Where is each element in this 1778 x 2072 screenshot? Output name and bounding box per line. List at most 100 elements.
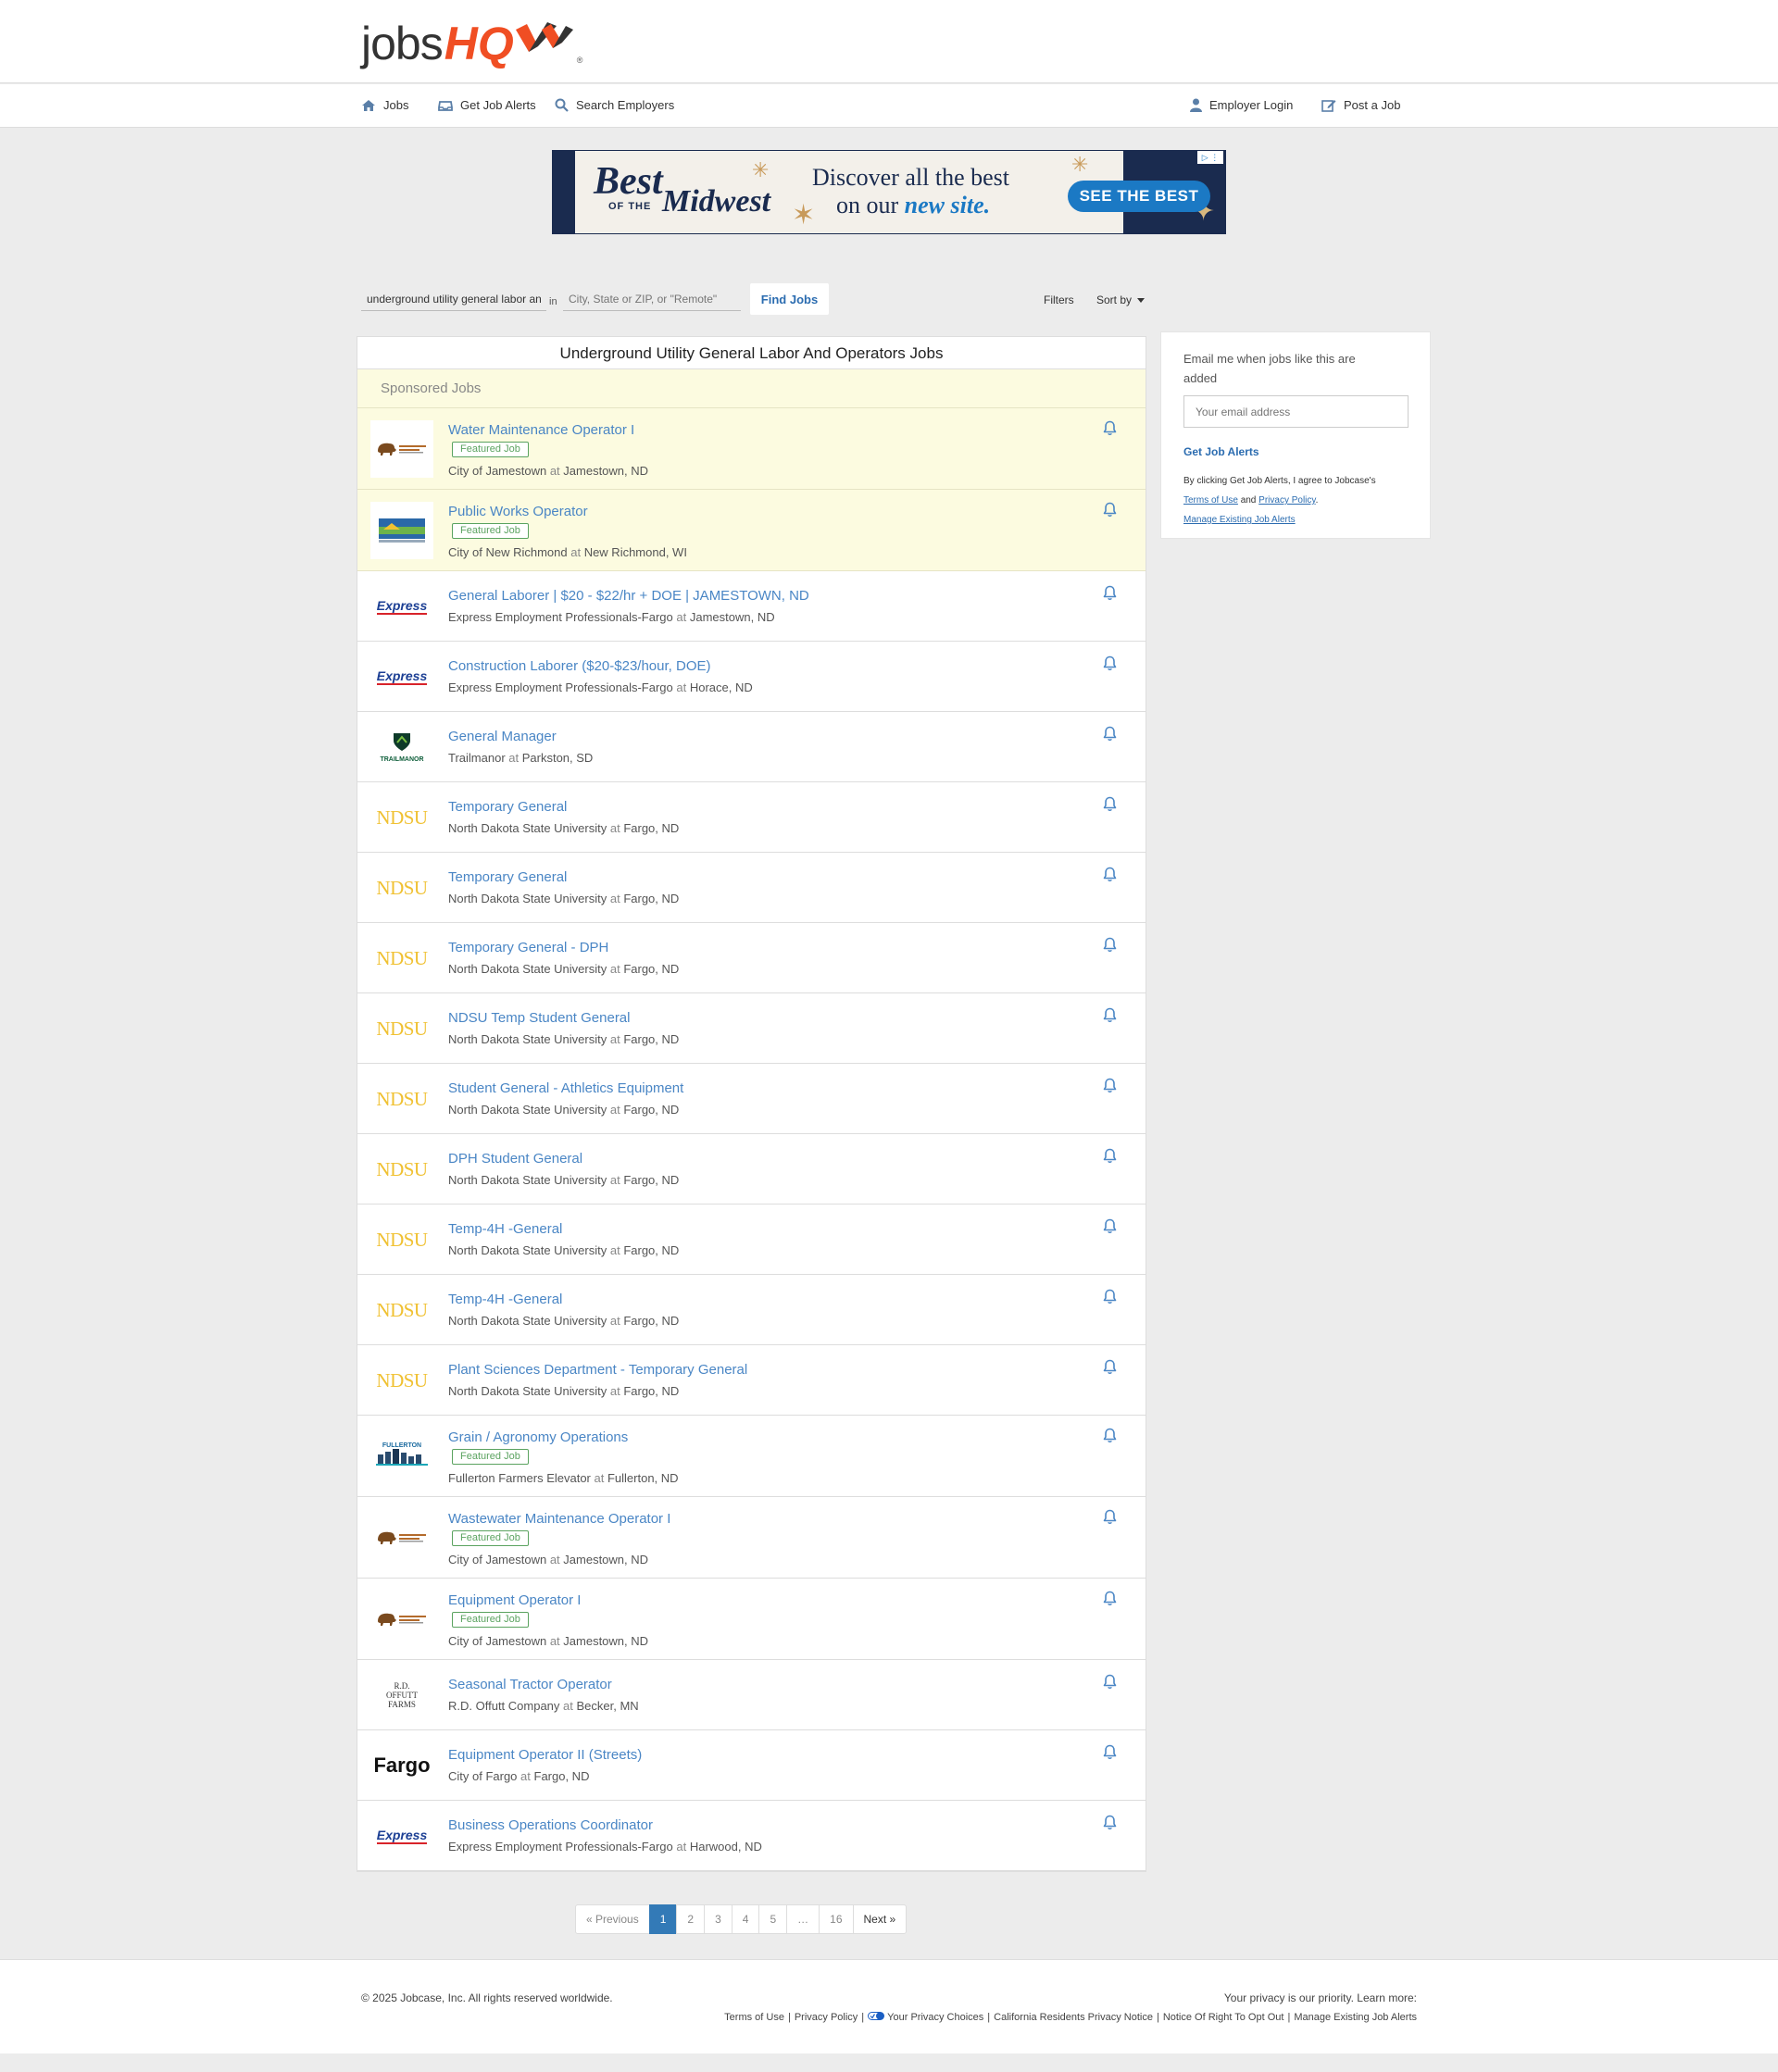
job-row[interactable]: Fargo Equipment Operator II (Streets) City… xyxy=(357,1730,1146,1801)
job-title-link[interactable]: Temporary General xyxy=(448,799,567,815)
ad-banner[interactable]: Best OF THE Midwest ✳ ✶ ✳ ✦ Discover all… xyxy=(552,150,1226,234)
job-title-link[interactable]: General Manager xyxy=(448,729,557,744)
company-logo[interactable]: NDSU xyxy=(370,1070,433,1128)
job-title-link[interactable]: Plant Sciences Department - Temporary Ge… xyxy=(448,1362,747,1378)
footer-link[interactable]: Terms of Use xyxy=(724,2012,784,2023)
privacy-policy-link[interactable]: Privacy Policy xyxy=(1258,495,1316,506)
nav-get-job-alerts[interactable]: Get Job Alerts xyxy=(438,98,536,112)
company-logo[interactable]: Express xyxy=(370,578,433,635)
job-alert-bell-button[interactable] xyxy=(1103,1359,1117,1379)
company-logo[interactable]: TRAILMANOR xyxy=(370,718,433,776)
job-alert-bell-button[interactable] xyxy=(1103,1078,1117,1098)
job-row[interactable]: NDSU Temporary General North Dakota State … xyxy=(357,853,1146,923)
job-title-link[interactable]: Equipment Operator I xyxy=(448,1592,581,1608)
job-alert-bell-button[interactable] xyxy=(1103,420,1117,441)
footer-link[interactable]: Notice Of Right To Opt Out xyxy=(1163,2012,1284,2023)
job-alert-bell-button[interactable] xyxy=(1103,1591,1117,1611)
job-alert-bell-button[interactable] xyxy=(1103,937,1117,957)
job-row[interactable]: NDSU Temp-4H -General North Dakota State U… xyxy=(357,1205,1146,1275)
job-title-link[interactable]: Temporary General - DPH xyxy=(448,940,608,955)
pagination-page[interactable]: 2 xyxy=(676,1904,706,1934)
footer-link[interactable]: Privacy Policy xyxy=(795,2012,858,2023)
company-logo[interactable]: FULLERTON xyxy=(370,1428,433,1485)
ad-cta-button[interactable]: SEE THE BEST xyxy=(1068,181,1210,212)
job-row[interactable]: NDSU Temp-4H -General North Dakota State U… xyxy=(357,1275,1146,1345)
job-alert-bell-button[interactable] xyxy=(1103,1509,1117,1529)
company-logo[interactable]: NDSU xyxy=(370,1352,433,1409)
job-title-link[interactable]: NDSU Temp Student General xyxy=(448,1010,631,1026)
location-input[interactable] xyxy=(563,287,741,311)
manage-job-alerts-link[interactable]: Manage Existing Job Alerts xyxy=(1183,515,1296,525)
pagination-previous[interactable]: « Previous xyxy=(575,1904,650,1934)
pagination-page[interactable]: 3 xyxy=(704,1904,732,1934)
job-title-link[interactable]: Student General - Athletics Equipment xyxy=(448,1080,683,1096)
job-alert-bell-button[interactable] xyxy=(1103,867,1117,887)
company-logo[interactable]: NDSU xyxy=(370,1211,433,1268)
job-alert-bell-button[interactable] xyxy=(1103,796,1117,817)
job-title-link[interactable]: Temp-4H -General xyxy=(448,1292,562,1307)
company-logo[interactable]: Fargo xyxy=(370,1737,433,1794)
job-row[interactable]: NDSU Temporary General - DPH North Dakota … xyxy=(357,923,1146,993)
company-logo[interactable] xyxy=(370,420,433,478)
filters-button[interactable]: Filters xyxy=(1044,293,1074,306)
job-row[interactable]: NDSU NDSU Temp Student General North Dakot… xyxy=(357,993,1146,1064)
job-title-link[interactable]: Water Maintenance Operator I xyxy=(448,422,634,438)
job-alert-bell-button[interactable] xyxy=(1103,1815,1117,1835)
job-alert-bell-button[interactable] xyxy=(1103,1007,1117,1028)
nav-post-a-job[interactable]: Post a Job xyxy=(1321,98,1400,112)
job-title-link[interactable]: Temp-4H -General xyxy=(448,1221,562,1237)
job-row[interactable]: NDSU Student General - Athletics Equipmen… xyxy=(357,1064,1146,1134)
company-logo[interactable]: Express xyxy=(370,1807,433,1865)
job-title-link[interactable]: Grain / Agronomy Operations xyxy=(448,1429,628,1445)
job-title-link[interactable]: Seasonal Tractor Operator xyxy=(448,1677,612,1692)
footer-link[interactable]: California Residents Privacy Notice xyxy=(994,2012,1153,2023)
company-logo[interactable]: NDSU xyxy=(370,1000,433,1057)
job-alert-bell-button[interactable] xyxy=(1103,1744,1117,1765)
job-alert-bell-button[interactable] xyxy=(1103,726,1117,746)
company-logo[interactable] xyxy=(370,502,433,559)
pagination-page[interactable]: 5 xyxy=(758,1904,788,1934)
alert-email-input[interactable] xyxy=(1183,395,1409,428)
job-row[interactable]: Wastewater Maintenance Operator I Feature… xyxy=(357,1497,1146,1579)
job-alert-bell-button[interactable] xyxy=(1103,655,1117,676)
job-row[interactable]: Express General Laborer | $20 - $22/hr + … xyxy=(357,571,1146,642)
job-row[interactable]: Public Works Operator Featured Job City of… xyxy=(357,490,1146,571)
pagination-next[interactable]: Next » xyxy=(852,1904,908,1934)
jobshq-logo[interactable]: jobs HQ ® xyxy=(361,17,582,67)
keyword-input[interactable] xyxy=(361,287,546,311)
company-logo[interactable]: Express xyxy=(370,648,433,705)
sort-by-dropdown[interactable]: Sort by xyxy=(1096,293,1146,306)
footer-link[interactable]: Your Privacy Choices xyxy=(887,2012,983,2023)
pagination-page[interactable]: 1 xyxy=(648,1904,678,1934)
job-row[interactable]: R.D. OFFUTT FARMS Seasonal Tractor Operat… xyxy=(357,1660,1146,1730)
job-title-link[interactable]: General Laborer | $20 - $22/hr + DOE | J… xyxy=(448,588,809,604)
job-row[interactable]: NDSU DPH Student General North Dakota Stat… xyxy=(357,1134,1146,1205)
company-logo[interactable] xyxy=(370,1591,433,1648)
company-logo[interactable]: NDSU xyxy=(370,1141,433,1198)
job-row[interactable]: Express Business Operations Coordinator Ex… xyxy=(357,1801,1146,1871)
company-logo[interactable]: NDSU xyxy=(370,930,433,987)
pagination-page[interactable]: 16 xyxy=(819,1904,854,1934)
terms-of-use-link[interactable]: Terms of Use xyxy=(1183,495,1238,506)
company-logo[interactable]: R.D. OFFUTT FARMS xyxy=(370,1666,433,1724)
job-title-link[interactable]: Wastewater Maintenance Operator I xyxy=(448,1511,670,1527)
find-jobs-button[interactable]: Find Jobs xyxy=(750,283,829,315)
job-alert-bell-button[interactable] xyxy=(1103,1674,1117,1694)
job-row[interactable]: NDSU Plant Sciences Department - Temporar… xyxy=(357,1345,1146,1416)
company-logo[interactable]: NDSU xyxy=(370,789,433,846)
job-row[interactable]: NDSU Temporary General North Dakota State … xyxy=(357,782,1146,853)
job-alert-bell-button[interactable] xyxy=(1103,502,1117,522)
get-job-alerts-button[interactable]: Get Job Alerts xyxy=(1183,445,1259,458)
job-row[interactable]: FULLERTON Grain / Agronomy Operations Feat… xyxy=(357,1416,1146,1497)
job-title-link[interactable]: Temporary General xyxy=(448,869,567,885)
job-alert-bell-button[interactable] xyxy=(1103,1289,1117,1309)
company-logo[interactable] xyxy=(370,1509,433,1566)
job-row[interactable]: Equipment Operator I Featured Job City of … xyxy=(357,1579,1146,1660)
company-logo[interactable]: NDSU xyxy=(370,1281,433,1339)
nav-jobs[interactable]: Jobs xyxy=(361,98,408,112)
adchoices-icon[interactable]: ▷ ⋮ xyxy=(1197,151,1223,164)
job-alert-bell-button[interactable] xyxy=(1103,1428,1117,1448)
job-title-link[interactable]: Public Works Operator xyxy=(448,504,588,519)
job-title-link[interactable]: DPH Student General xyxy=(448,1151,582,1167)
job-title-link[interactable]: Construction Laborer ($20-$23/hour, DOE) xyxy=(448,658,710,674)
